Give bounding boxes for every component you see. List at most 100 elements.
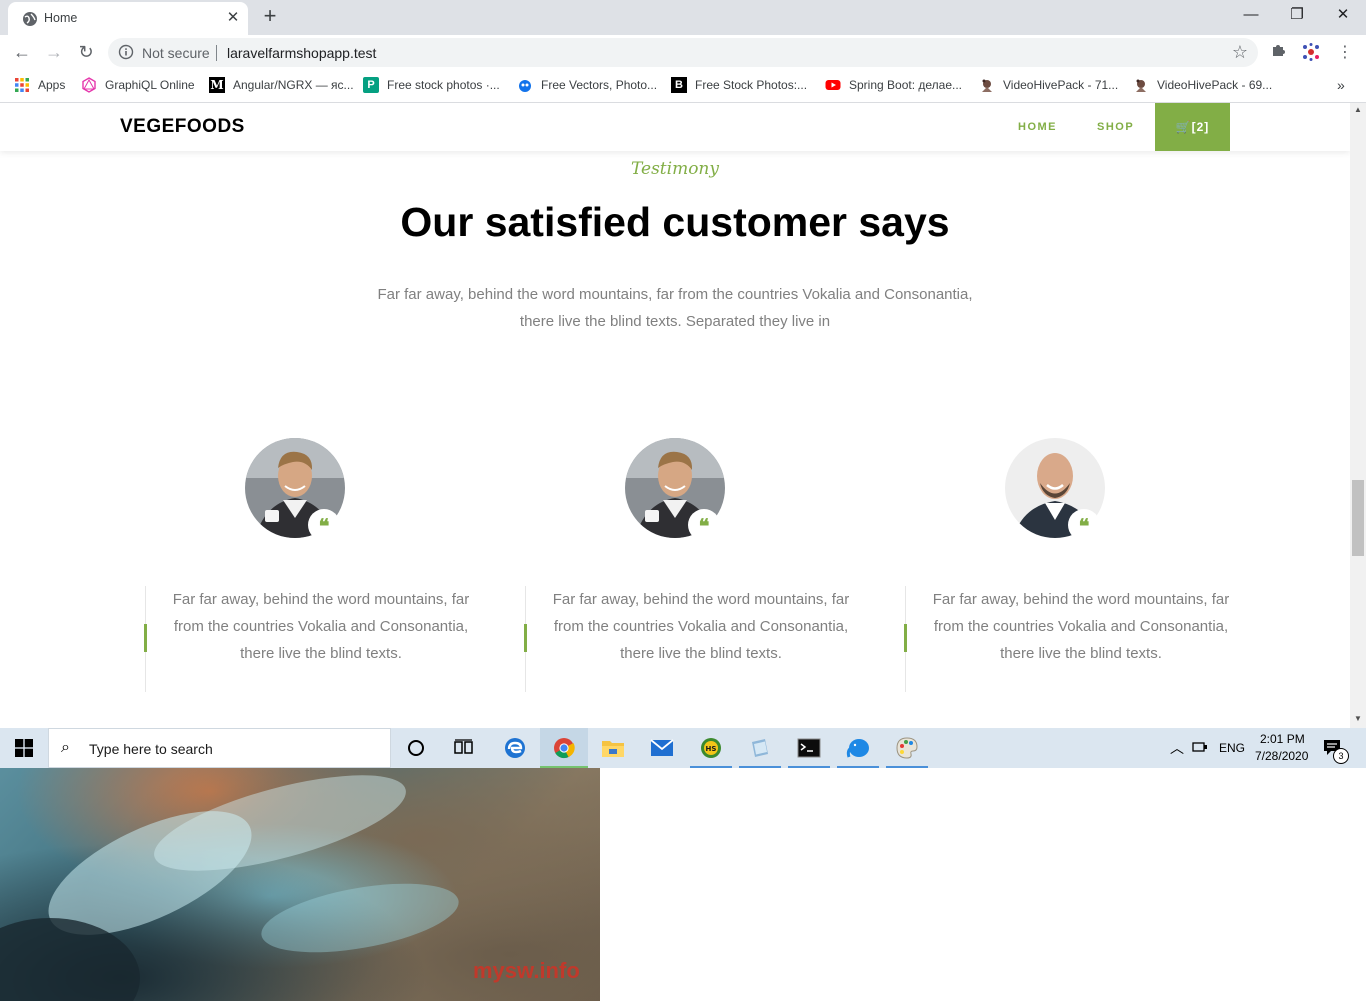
testimonial-text: Far far away, behind the word mountains,… xyxy=(904,586,1231,692)
bookmark-star-icon[interactable]: ☆ xyxy=(1232,42,1248,63)
file-explorer-icon[interactable] xyxy=(589,728,637,768)
bookmark-label: VideoHivePack - 69... xyxy=(1157,78,1273,92)
notification-badge: 3 xyxy=(1333,748,1349,764)
network-icon[interactable] xyxy=(1192,740,1210,757)
info-icon[interactable] xyxy=(118,44,134,60)
graphql-icon xyxy=(82,77,96,93)
testimonial-body: Far far away, behind the word mountains,… xyxy=(172,591,470,662)
youtube-icon xyxy=(825,80,841,90)
testimonial-body: Far far away, behind the word mountains,… xyxy=(932,591,1230,662)
site-navbar: VEGEFOODS HOME SHOP 🛒[2] xyxy=(0,103,1350,151)
bookmark-videohive-69[interactable]: VideoHivePack - 69... xyxy=(1133,76,1272,94)
testimonial-card: ❝ Far far away, behind the word mountain… xyxy=(144,438,475,698)
watermark-text: mysw.info xyxy=(473,958,580,983)
paint-palette-icon[interactable] xyxy=(883,728,931,768)
bookmark-videohive-71[interactable]: VideoHivePack - 71... xyxy=(979,76,1118,94)
burst-icon: B xyxy=(671,77,687,93)
elephant-app-icon[interactable] xyxy=(834,728,882,768)
accent-bar xyxy=(524,624,527,652)
running-indicator xyxy=(739,766,781,768)
page-scrollbar[interactable]: ▲ ▼ xyxy=(1350,103,1366,728)
testimonial-card: ❝ Far far away, behind the word mountain… xyxy=(904,438,1235,698)
reload-icon[interactable]: ↻ xyxy=(74,40,98,64)
accent-bar xyxy=(144,624,147,652)
forward-arrow-icon[interactable]: → xyxy=(42,40,66,64)
task-view-icon[interactable] xyxy=(440,728,488,768)
extensions-puzzle-icon[interactable] xyxy=(1268,42,1290,64)
profile-extension-icon[interactable] xyxy=(1300,42,1322,64)
notes-app-icon[interactable] xyxy=(736,728,784,768)
bookmark-label: Apps xyxy=(38,78,66,92)
browser-toolbar: ← → ↻ Not secure laravelfarmshopapp.test… xyxy=(0,35,1366,70)
bookmark-label: Free Vectors, Photo... xyxy=(541,78,658,92)
bookmark-pexels[interactable]: P Free stock photos ·... xyxy=(363,76,500,94)
accent-bar xyxy=(904,624,907,652)
medium-icon: M xyxy=(209,77,225,93)
chrome-taskbar-icon[interactable] xyxy=(540,728,588,768)
running-indicator xyxy=(837,766,879,768)
running-indicator xyxy=(690,766,732,768)
bookmark-apps[interactable]: Apps xyxy=(14,76,65,94)
window-close-button[interactable]: ✕ xyxy=(1320,0,1366,30)
windows-start-icon[interactable] xyxy=(0,728,48,768)
taskbar-search-box[interactable]: ⌕ Type here to search xyxy=(48,728,391,768)
search-placeholder: Type here to search xyxy=(89,741,213,757)
clock-date[interactable]: 7/28/2020 xyxy=(1255,749,1308,763)
quote-icon: ❝ xyxy=(1068,509,1100,541)
bookmark-label: Spring Boot: делае... xyxy=(849,78,963,92)
address-separator xyxy=(216,45,217,61)
quote-icon: ❝ xyxy=(308,509,340,541)
language-indicator[interactable]: ENG xyxy=(1219,741,1245,755)
windows-taskbar: ⌕ Type here to search HS ︿ ENG 2:01 PM 7… xyxy=(0,728,1366,768)
section-intro: Far far away, behind the word mountains,… xyxy=(377,286,973,330)
tab-title: Home xyxy=(44,11,78,25)
url-text[interactable]: laravelfarmshopapp.test xyxy=(227,45,376,61)
bookmarks-overflow-chevron-icon[interactable]: » xyxy=(1337,76,1345,94)
globe-icon xyxy=(23,12,37,26)
pexels-icon: P xyxy=(363,77,379,93)
bookmark-freepik[interactable]: Free Vectors, Photo... xyxy=(517,76,657,94)
bookmark-label: Angular/NGRX — яс... xyxy=(233,78,354,92)
browser-tab-strip: Home ✕ + — ❐ ✕ xyxy=(0,0,1366,35)
nav-home-link[interactable]: HOME xyxy=(1018,121,1057,133)
webpage: VEGEFOODS HOME SHOP 🛒[2] Testimony Our s… xyxy=(0,103,1350,728)
site-logo[interactable]: VEGEFOODS xyxy=(120,116,245,138)
address-bar[interactable]: Not secure laravelfarmshopapp.test ☆ xyxy=(108,38,1258,67)
scrollbar-thumb[interactable] xyxy=(1352,480,1364,556)
clock-time[interactable]: 2:01 PM xyxy=(1260,732,1305,746)
minimize-button[interactable]: — xyxy=(1228,0,1274,30)
cart-icon: 🛒 xyxy=(1175,120,1192,134)
bookmarks-bar: Apps GraphiQL Online M Angular/NGRX — яс… xyxy=(0,70,1366,103)
bookmark-graphiql[interactable]: GraphiQL Online xyxy=(81,76,195,94)
tab-close-icon[interactable]: ✕ xyxy=(224,9,242,27)
nav-shop-link[interactable]: SHOP xyxy=(1097,121,1134,133)
tray-chevron-up-icon[interactable]: ︿ xyxy=(1170,738,1184,758)
apps-grid-icon xyxy=(15,78,29,92)
browser-tab-home[interactable]: Home ✕ xyxy=(8,2,248,35)
search-icon: ⌕ xyxy=(61,739,70,756)
cortana-icon[interactable] xyxy=(392,728,440,768)
menu-kebab-icon[interactable]: ⋮ xyxy=(1334,42,1356,64)
nav-cart-button[interactable]: 🛒[2] xyxy=(1155,103,1230,151)
bookmark-spring-boot[interactable]: Spring Boot: делае... xyxy=(825,76,962,94)
scroll-up-arrow-icon[interactable]: ▲ xyxy=(1353,105,1363,115)
svg-text:HS: HS xyxy=(706,745,717,753)
edge-browser-icon[interactable] xyxy=(491,728,539,768)
bookmark-label: GraphiQL Online xyxy=(105,78,195,92)
section-heading: Our satisfied customer says xyxy=(400,199,950,245)
cart-count: [2] xyxy=(1191,120,1210,134)
back-arrow-icon[interactable]: ← xyxy=(10,40,34,64)
bookmark-label: Free stock photos ·... xyxy=(387,78,500,92)
restore-button[interactable]: ❐ xyxy=(1274,0,1320,30)
testimonial-text: Far far away, behind the word mountains,… xyxy=(144,586,471,692)
running-indicator xyxy=(788,766,830,768)
security-status: Not secure xyxy=(142,45,210,61)
scroll-down-arrow-icon[interactable]: ▼ xyxy=(1353,714,1363,724)
bookmark-burst[interactable]: B Free Stock Photos:... xyxy=(671,76,807,94)
new-tab-button[interactable]: + xyxy=(258,5,282,29)
hotspot-shield-icon[interactable]: HS xyxy=(687,728,735,768)
mail-icon[interactable] xyxy=(638,728,686,768)
terminal-icon[interactable] xyxy=(785,728,833,768)
testimonial-body: Far far away, behind the word mountains,… xyxy=(552,591,850,662)
bookmark-angular-ngrx[interactable]: M Angular/NGRX — яс... xyxy=(209,76,354,94)
